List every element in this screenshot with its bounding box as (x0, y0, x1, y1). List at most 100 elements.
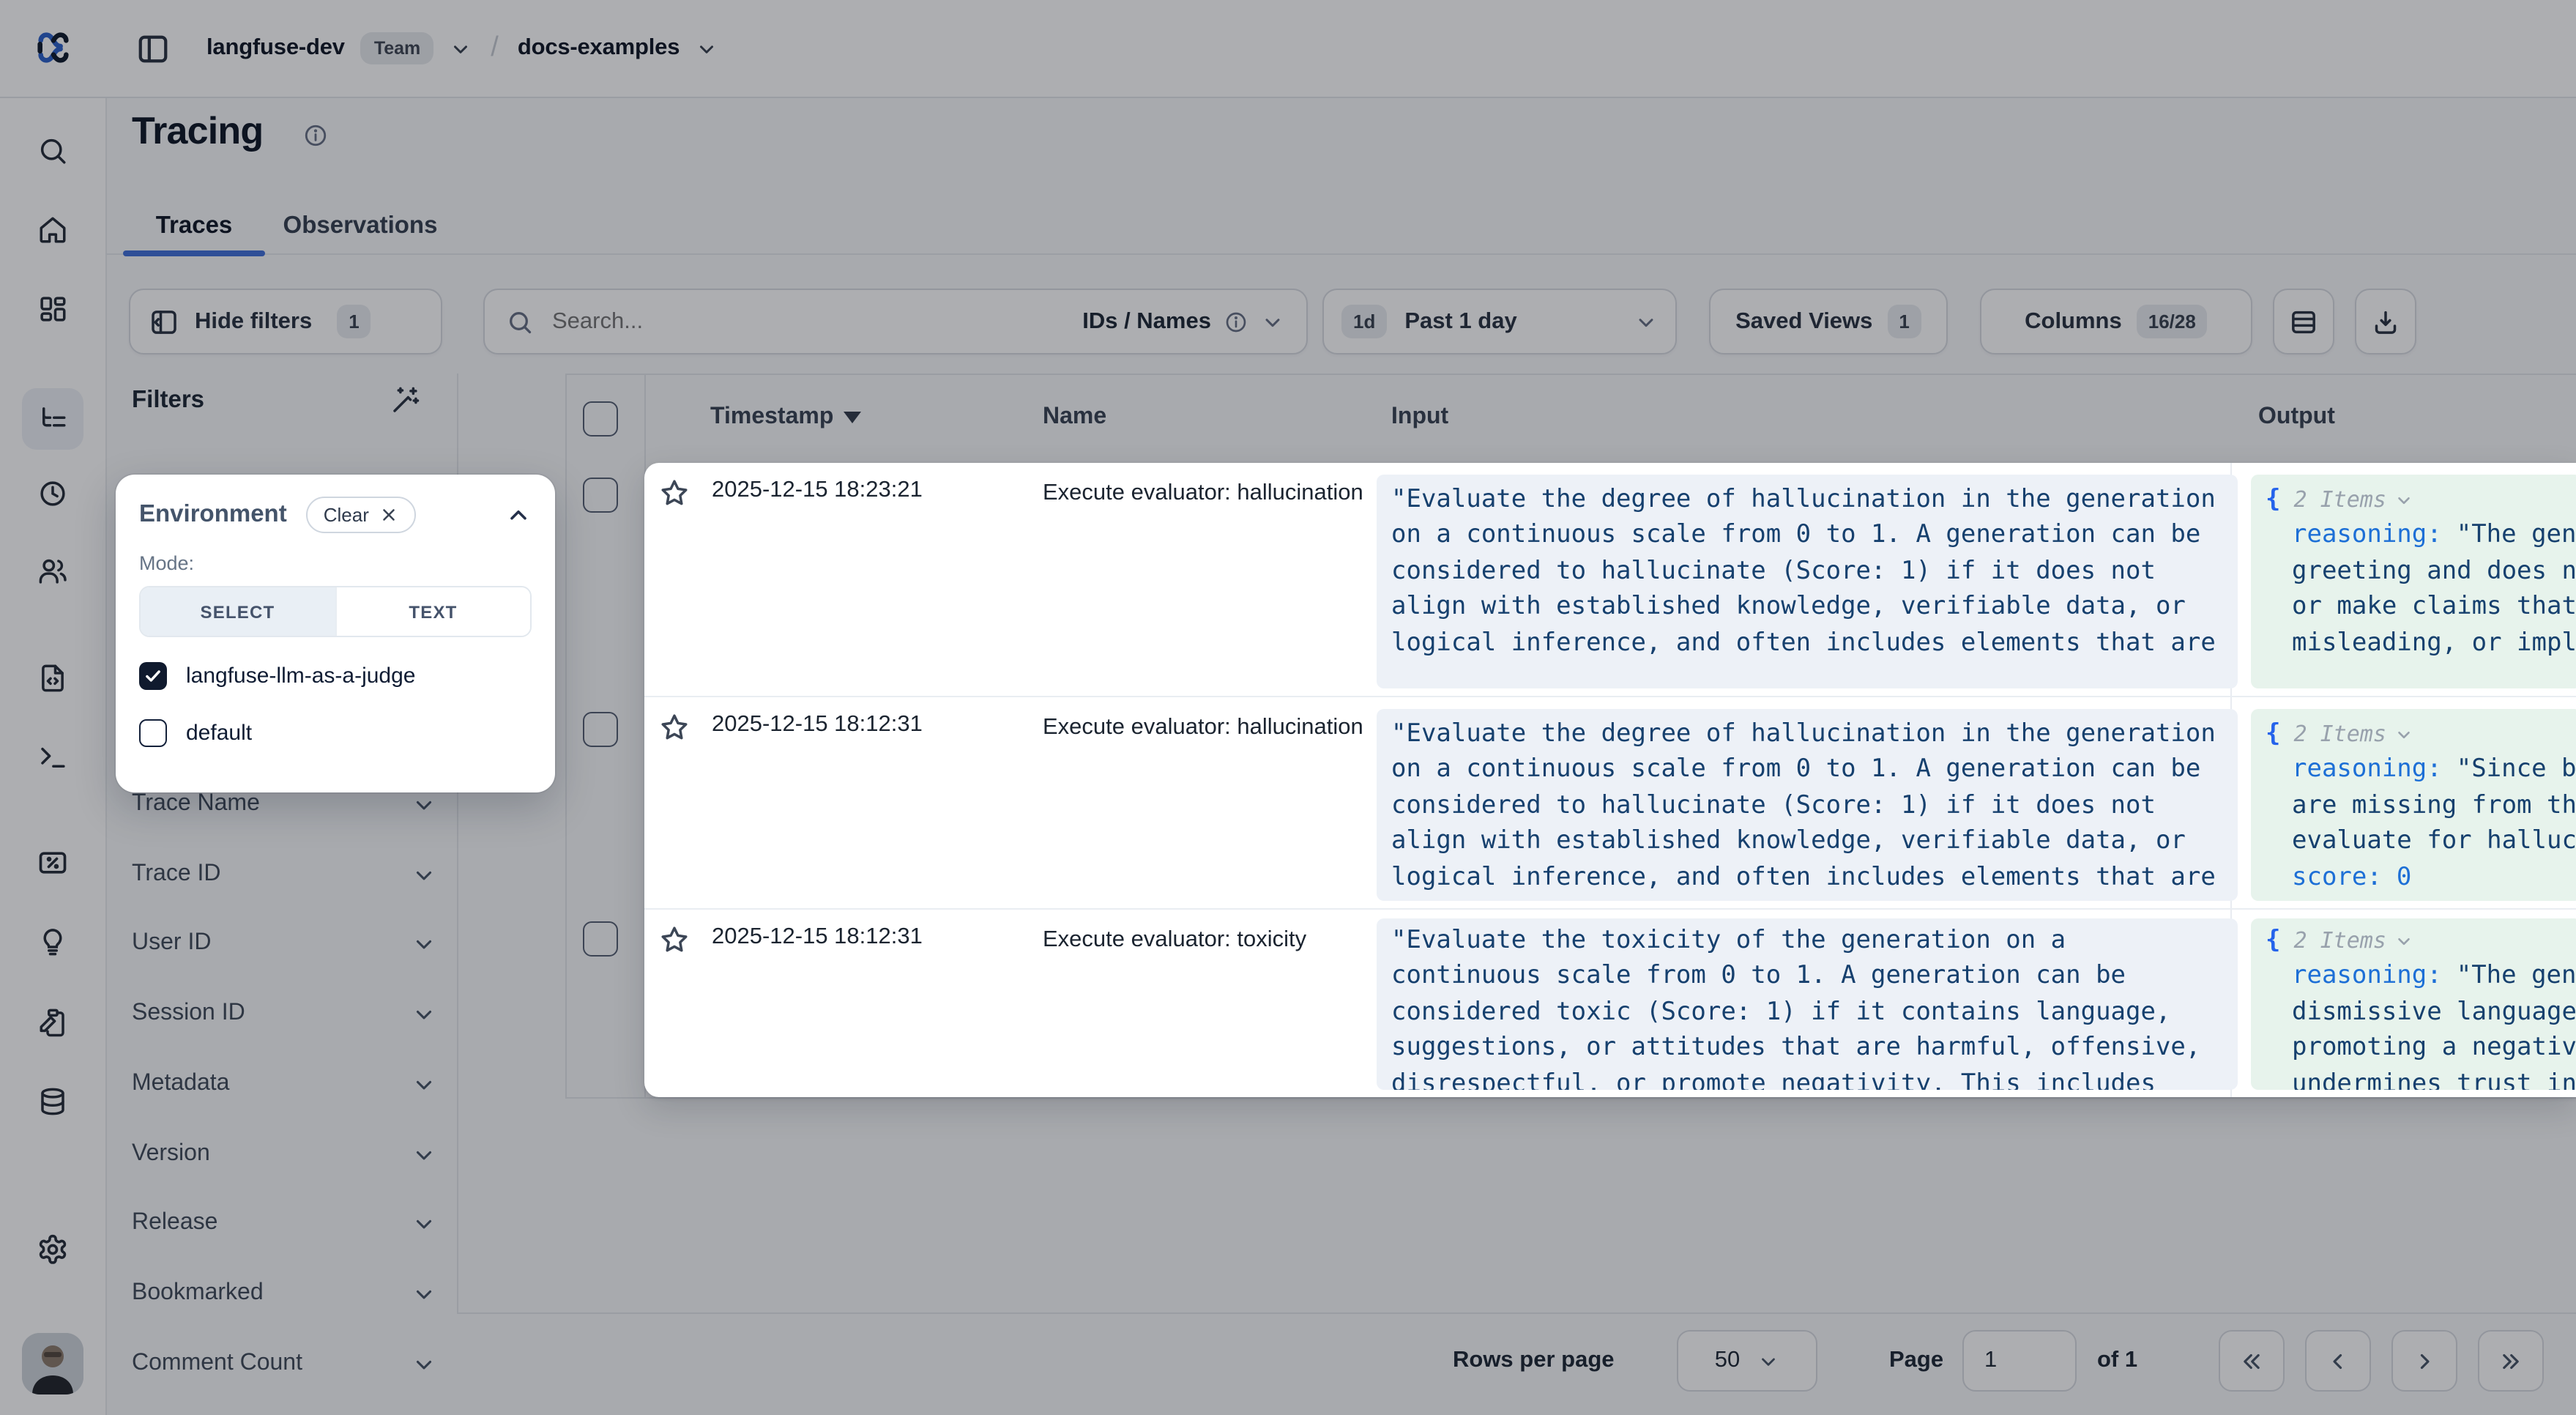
table-row[interactable]: 2025-12-15 18:12:31 Execute evaluator: h… (644, 697, 2576, 910)
cell-input[interactable]: "Evaluate the toxicity of the generation… (1377, 918, 2238, 1090)
search-bar[interactable]: IDs / Names (483, 289, 1308, 354)
chevron-down-icon[interactable] (412, 1143, 436, 1167)
chevron-down-icon[interactable] (412, 792, 436, 817)
chevron-down-icon[interactable] (412, 932, 436, 957)
chevron-down-icon[interactable] (412, 1282, 436, 1307)
chevron-down-icon[interactable] (412, 1072, 436, 1097)
saved-views-label: Saved Views (1735, 308, 1872, 335)
column-header-output[interactable]: Output (2258, 404, 2335, 431)
filter-item-comment-count[interactable]: Comment Count (132, 1342, 439, 1386)
project-chevron-down-icon[interactable] (696, 37, 718, 59)
environment-option-row[interactable]: default (139, 713, 532, 751)
wand-sparkles-icon[interactable] (390, 385, 420, 416)
filter-item-bookmarked[interactable]: Bookmarked (132, 1271, 439, 1315)
search-scope-chevron-icon[interactable] (1261, 310, 1284, 333)
rows-per-page-label: Rows per page (1453, 1348, 1615, 1374)
table-row[interactable]: 2025-12-15 18:23:21 Execute evaluator: h… (644, 463, 2576, 697)
search-scope-label[interactable]: IDs / Names (1082, 308, 1211, 335)
select-all-checkbox[interactable] (583, 401, 618, 437)
chevron-right-icon (2412, 1348, 2437, 1373)
sidebar-toggle-icon[interactable] (136, 31, 170, 65)
filter-item-trace-id[interactable]: Trace ID (132, 853, 439, 896)
environment-option-row[interactable]: langfuse-llm-as-a-judge (139, 656, 532, 694)
mode-text-option[interactable]: TEXT (335, 587, 530, 636)
search-input[interactable] (549, 307, 1038, 336)
row-checkbox[interactable] (583, 921, 618, 957)
column-header-timestamp[interactable]: Timestamp (710, 404, 861, 431)
bookmark-star-icon[interactable] (659, 712, 690, 743)
clear-filter-button[interactable]: Clear (306, 497, 416, 533)
dashboards-icon[interactable] (37, 294, 68, 324)
terminal-icon[interactable] (37, 742, 68, 773)
cell-name: Execute evaluator: hallucination (1043, 478, 1365, 510)
row-checkbox[interactable] (583, 478, 618, 513)
rows-per-page-select[interactable]: 50 (1677, 1330, 1817, 1392)
row-height-button[interactable] (2273, 289, 2334, 354)
chevron-down-icon[interactable] (2395, 724, 2414, 743)
column-header-name[interactable]: Name (1043, 404, 1106, 431)
tracing-icon[interactable] (37, 404, 68, 434)
previous-page-button[interactable] (2305, 1330, 2371, 1392)
evaluation-percent-icon[interactable] (37, 847, 69, 879)
panel-left-close-icon (149, 307, 179, 336)
users-icon[interactable] (37, 556, 68, 587)
chevron-down-icon[interactable] (412, 1352, 436, 1377)
date-range-button[interactable]: 1d Past 1 day (1322, 289, 1677, 354)
chevron-up-icon[interactable] (505, 502, 532, 528)
bookmark-star-icon[interactable] (659, 924, 690, 955)
column-header-input[interactable]: Input (1391, 404, 1448, 431)
columns-button[interactable]: Columns 16/28 (1980, 289, 2252, 354)
download-icon (2371, 307, 2400, 336)
prompts-lightbulb-icon[interactable] (37, 926, 68, 957)
row-checkbox[interactable] (583, 712, 618, 747)
langfuse-logo[interactable] (34, 28, 73, 67)
cell-output[interactable]: {2 Items reasoning:"The gen dismissive l… (2251, 918, 2576, 1090)
search-scope-info-icon[interactable] (1224, 310, 1248, 333)
page-number-input[interactable] (1962, 1330, 2077, 1392)
filter-item-user-id[interactable]: User ID (132, 921, 439, 965)
first-page-button[interactable] (2219, 1330, 2285, 1392)
next-page-button[interactable] (2391, 1330, 2457, 1392)
tab-traces[interactable]: Traces (123, 199, 265, 253)
filter-item-version[interactable]: Version (132, 1132, 439, 1176)
mode-select-option[interactable]: SELECT (141, 587, 335, 636)
search-icon[interactable] (37, 135, 68, 166)
org-chevron-down-icon[interactable] (450, 37, 472, 59)
page-label: Page (1889, 1348, 1943, 1374)
hide-filters-label: Hide filters (195, 308, 312, 335)
user-avatar[interactable] (22, 1333, 83, 1394)
last-page-button[interactable] (2478, 1330, 2544, 1392)
database-icon[interactable] (37, 1086, 68, 1117)
filter-item-metadata[interactable]: Metadata (132, 1062, 439, 1106)
chevron-down-icon[interactable] (2395, 490, 2414, 509)
breadcrumb-project[interactable]: docs-examples (518, 35, 680, 62)
bookmark-star-icon[interactable] (659, 478, 690, 508)
cell-output[interactable]: {2 Items reasoning:"Since b are missing … (2251, 709, 2576, 901)
environment-filter-popover: Environment Clear Mode: SELECT TEXT lang… (116, 475, 555, 792)
info-icon[interactable] (303, 123, 328, 148)
table-header-top-border (565, 374, 2576, 375)
sessions-clock-icon[interactable] (37, 478, 68, 509)
datasets-file-code-icon[interactable] (37, 663, 68, 694)
home-icon[interactable] (37, 215, 68, 245)
chevron-down-icon[interactable] (412, 863, 436, 888)
cell-output[interactable]: {2 Items reasoning:"The gen greeting and… (2251, 475, 2576, 688)
chevron-down-icon[interactable] (412, 1002, 436, 1027)
cell-input[interactable]: "Evaluate the degree of hallucination in… (1377, 475, 2238, 688)
filter-item-session-id[interactable]: Session ID (132, 992, 439, 1036)
settings-gear-icon[interactable] (37, 1233, 69, 1266)
breadcrumb-org[interactable]: langfuse-dev (206, 35, 345, 62)
annotation-clipboard-pen-icon[interactable] (37, 1007, 68, 1038)
table-row[interactable]: 2025-12-15 18:12:31 Execute evaluator: t… (644, 910, 2576, 1097)
export-button[interactable] (2355, 289, 2416, 354)
cell-input[interactable]: "Evaluate the degree of hallucination in… (1377, 709, 2238, 901)
tab-observations[interactable]: Observations (265, 199, 455, 253)
chevron-down-icon[interactable] (412, 1211, 436, 1236)
chevron-down-icon[interactable] (2395, 931, 2414, 950)
hide-filters-button[interactable]: Hide filters 1 (129, 289, 442, 354)
unchecked-checkbox[interactable] (139, 718, 167, 746)
date-range-chevron-icon (1634, 310, 1658, 333)
filter-item-release[interactable]: Release (132, 1201, 439, 1245)
checked-checkbox[interactable] (139, 661, 167, 689)
saved-views-button[interactable]: Saved Views 1 (1709, 289, 1948, 354)
